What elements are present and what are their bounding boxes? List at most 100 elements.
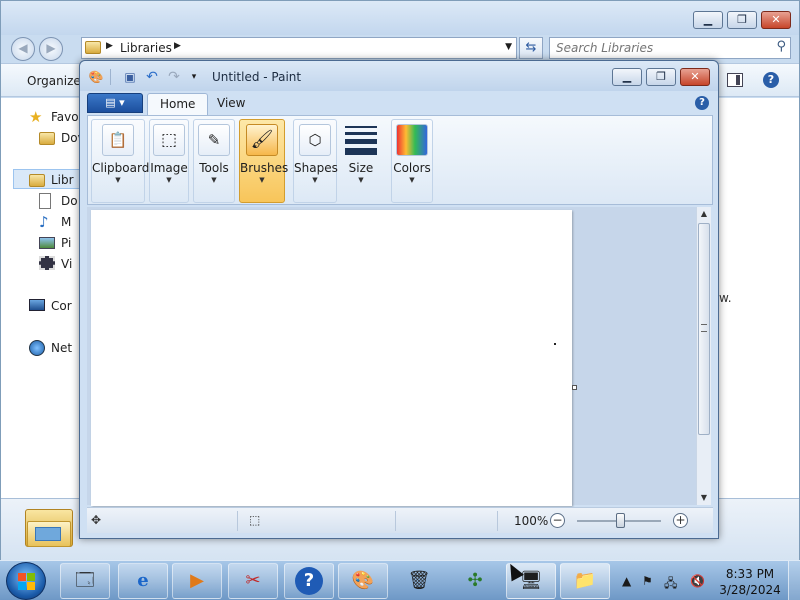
tools-icon: ✎ [198,124,230,156]
ribbon-help-icon[interactable]: ? [695,96,709,110]
explorer-minimize-button[interactable]: ▁ [693,11,723,29]
document-icon [39,193,51,209]
tab-home[interactable]: Home [147,93,209,115]
paint-titlebar: 🎨 ▣ ↶ ↷ ▾ Untitled - Paint ▁ ❐ ✕ [80,61,718,91]
canvas-area[interactable] [87,207,700,506]
tray-expand-icon[interactable]: ▲ [622,574,631,588]
zoom-level: 100% [514,514,549,528]
back-button[interactable]: ◀ [11,37,35,61]
taskbar-internet-explorer[interactable]: e [118,563,168,599]
organize-button[interactable]: Organize [27,74,81,88]
undo-icon[interactable]: ↶ [144,69,160,85]
brushes-group[interactable]: 🖌 Brushes ▼ [239,119,289,203]
close-icon: ✕ [690,70,700,83]
redo-icon[interactable]: ↷ [166,69,182,85]
taskbar-snipping-tool[interactable]: ✂ [228,563,278,599]
network-icon [29,340,45,356]
volume-muted-icon[interactable]: 🔇 [690,574,705,588]
colors-icon [396,124,428,156]
forward-button[interactable]: ▶ [39,37,63,61]
nav-item-label: Do [61,194,78,208]
tab-view[interactable]: View [205,93,257,115]
forward-arrow-icon: ▶ [46,41,56,55]
address-bar[interactable]: ▶ Libraries ▶ ▼ [81,37,517,59]
drawing-canvas[interactable] [91,210,572,506]
scroll-up-icon[interactable]: ▲ [697,207,711,221]
search-box[interactable]: ⚲ [549,37,791,59]
explorer-icon: 📁 [573,570,597,591]
start-button[interactable] [6,562,46,600]
zoom-out-button[interactable]: − [550,513,565,528]
vertical-scrollbar[interactable]: ▲ ▼ [696,207,711,505]
image-label: Image [150,161,188,175]
close-icon: ✕ [771,13,781,26]
paint-menu-icon: ▤ ▾ [105,96,125,109]
navigation-pane: ★ Favor Dov Libr Do ♪ M Pi Vi Cor Net [1,98,91,498]
preview-pane-icon[interactable] [727,73,743,87]
taskbar-paint[interactable]: 🎨 [338,563,388,599]
paint-minimize-button[interactable]: ▁ [612,68,642,86]
network-tray-icon[interactable]: 🖧 [664,574,677,595]
refresh-button[interactable]: ⇆ [519,37,543,59]
colors-group[interactable]: Colors ▼ [391,119,433,203]
folder-icon [39,132,55,145]
image-group[interactable]: ⬚ Image ▼ [149,119,189,203]
scrollbar-thumb[interactable] [698,223,710,435]
star-icon: ★ [29,108,43,126]
scroll-down-icon[interactable]: ▼ [697,491,711,505]
ribbon: 📋 Clipboard ▼ ⬚ Image ▼ ✎ Tools ▼ 🖌 Brus… [87,115,713,205]
computer-icon [29,299,45,311]
taskbar-network-app[interactable]: ✣ [450,563,500,599]
shapes-group[interactable]: ⬡ Shapes ▼ [293,119,338,203]
breadcrumb-arrow-icon[interactable]: ▶ [106,41,113,51]
minimize-icon: ▁ [703,13,713,26]
paint-menu-button[interactable]: ▤ ▾ [87,93,143,113]
line-size-icon [345,126,377,159]
chevron-down-icon: ▼ [312,176,318,184]
address-dropdown-icon[interactable]: ▼ [505,42,512,52]
breadcrumb-arrow-icon[interactable]: ▶ [174,41,181,51]
size-group[interactable]: Size ▼ [339,119,383,203]
music-icon: ♪ [39,213,49,231]
nav-item-label: Net [51,341,73,355]
selection-size-icon: ⬚ [249,513,261,527]
customize-qat-icon[interactable]: ▾ [186,69,202,85]
clipboard-icon: 📋 [102,124,134,156]
paint-app-icon[interactable]: 🎨 [88,69,104,85]
taskbar-server-manager[interactable]: 🗔 [60,563,110,599]
chevron-down-icon: ▼ [259,176,265,184]
action-center-flag-icon[interactable]: ⚑ [642,574,653,588]
canvas-resize-handle-right[interactable] [572,385,577,390]
taskbar-recycle[interactable]: 🗑 [394,563,444,599]
paint-maximize-button[interactable]: ❐ [646,68,676,86]
nav-item-label: Vi [61,257,73,271]
show-desktop-button[interactable] [788,561,800,600]
help-icon[interactable]: ? [763,72,779,88]
save-icon[interactable]: ▣ [122,69,138,85]
chevron-down-icon: ▼ [115,176,121,184]
nav-item-label: Pi [61,236,72,250]
breadcrumb-libraries[interactable]: Libraries [120,41,172,55]
chevron-down-icon: ▼ [358,176,364,184]
restore-icon: ❐ [656,70,666,83]
tools-group[interactable]: ✎ Tools ▼ [193,119,235,203]
explorer-close-button[interactable]: ✕ [761,11,791,29]
cursor-position-icon: ✥ [91,513,102,527]
clipboard-group[interactable]: 📋 Clipboard ▼ [91,119,149,203]
zoom-slider-thumb[interactable] [616,513,625,528]
zoom-in-button[interactable]: + [673,513,688,528]
search-input[interactable] [556,40,766,56]
taskbar-media-player[interactable]: ▶ [172,563,222,599]
taskbar-help[interactable]: ? [284,563,334,599]
status-separator [497,511,498,531]
search-icon[interactable]: ⚲ [776,39,786,54]
taskbar-explorer[interactable]: 📁 [560,563,610,599]
brush-icon: 🖌 [246,124,278,156]
paint-window: 🎨 ▣ ↶ ↷ ▾ Untitled - Paint ▁ ❐ ✕ ▤ ▾ Hom… [79,60,719,539]
brushes-label: Brushes [240,161,289,175]
paint-close-button[interactable]: ✕ [680,68,710,86]
explorer-maximize-button[interactable]: ❐ [727,11,757,29]
system-clock[interactable]: 8:33 PM 3/28/2024 [718,566,782,598]
size-label: Size [348,161,374,175]
chevron-down-icon: ▼ [211,176,217,184]
